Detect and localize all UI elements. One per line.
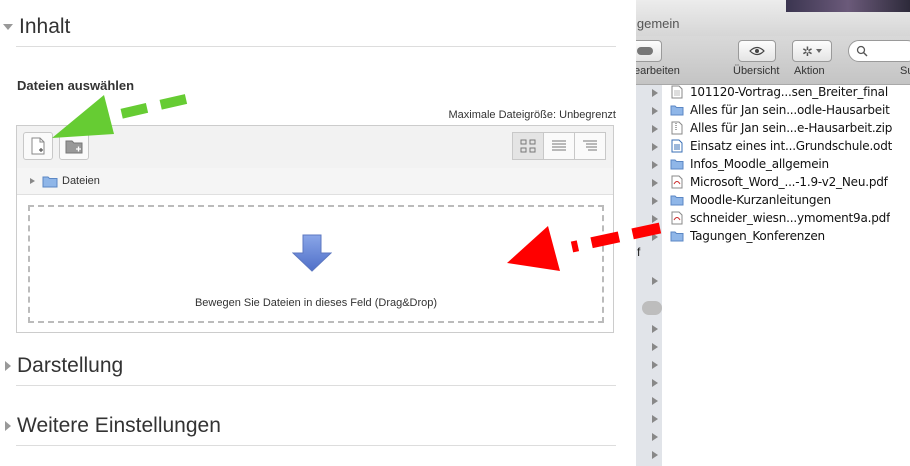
green-arrow-icon <box>52 94 188 138</box>
red-arrow-icon <box>507 222 662 271</box>
annotation-arrows <box>52 94 662 271</box>
